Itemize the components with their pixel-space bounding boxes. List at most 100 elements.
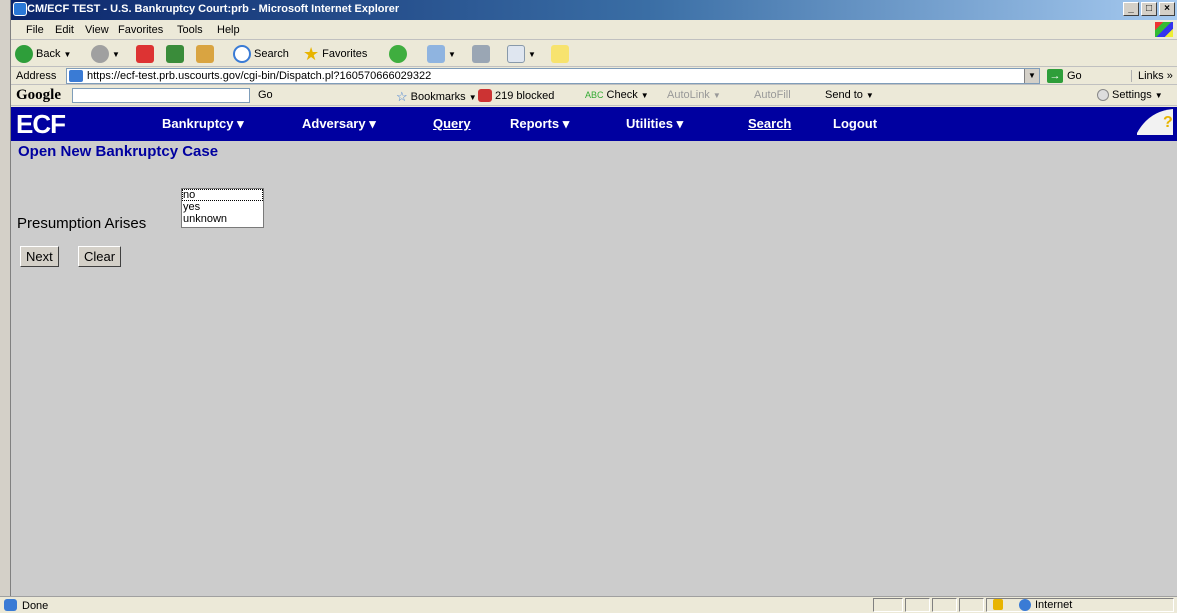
home-icon [196,45,214,63]
ie-icon [13,2,27,16]
nav-query[interactable]: Query [433,116,471,131]
mail-button[interactable]: ▼ [427,44,456,64]
nav-adversary[interactable]: Adversary ▾ [302,116,376,132]
page-done-icon [4,599,17,611]
back-label: Back [36,48,61,60]
option-yes[interactable]: yes [182,201,263,213]
presumption-select[interactable]: no yes unknown [181,188,264,228]
address-label: Address [16,70,57,82]
forward-arrow-icon [91,45,109,63]
star-icon: ★ [303,43,320,64]
help-icon[interactable]: ? [1135,107,1175,137]
window-controls: _ □ × [1123,2,1175,16]
word-button[interactable]: ▼ [507,44,536,64]
nav-logout[interactable]: Logout [833,116,877,131]
left-frame-edge [0,0,11,613]
nav-adversary-label: Adversary [302,116,366,131]
forward-button[interactable]: ▼ [91,44,120,64]
back-button[interactable]: Back ▼ [15,44,71,64]
status-cell [932,598,957,612]
google-go-button[interactable]: Go [258,89,273,101]
close-button[interactable]: × [1159,2,1175,16]
back-arrow-icon [15,45,33,63]
mail-icon [427,45,445,63]
page-content: Open New Bankruptcy Case Presumption Ari… [11,141,1177,596]
stop-button[interactable] [136,44,154,64]
minimize-button[interactable]: _ [1123,2,1139,16]
nav-reports[interactable]: Reports ▾ [510,116,569,132]
nav-utilities[interactable]: Utilities ▾ [626,116,683,132]
windows-flag-icon [1155,22,1173,37]
status-cell [959,598,984,612]
links-button[interactable]: Links » [1131,70,1173,82]
chevron-down-icon: ▼ [63,49,72,59]
settings-button[interactable]: Settings ▼ [1097,89,1163,101]
go-button[interactable]: → Go [1047,68,1082,84]
settings-icon [1097,89,1109,101]
menu-help[interactable]: Help [217,24,240,36]
favorites-label: Favorites [322,48,368,60]
maximize-button[interactable]: □ [1141,2,1157,16]
autofill-label: AutoFill [754,89,791,101]
menu-view[interactable]: View [85,24,109,36]
spellcheck-icon: ABC [585,90,604,100]
note-button[interactable] [551,44,569,64]
nav-bankruptcy-label: Bankruptcy [162,116,234,131]
chevron-down-icon: ▼ [448,49,456,59]
chevron-down-icon: ▼ [1154,90,1163,100]
print-button[interactable] [472,44,490,64]
autolink-button[interactable]: AutoLink ▼ [667,89,721,101]
blocked-count: 219 blocked [495,89,555,102]
star-icon: ☆ [396,89,408,104]
option-unknown[interactable]: unknown [182,213,263,225]
address-field[interactable]: ▼ [66,68,1040,84]
menu-tools[interactable]: Tools [177,24,203,36]
menu-favorites[interactable]: Favorites [118,24,163,36]
media-icon [389,45,407,63]
refresh-button[interactable] [166,44,184,64]
next-button[interactable]: Next [20,246,59,267]
autofill-button[interactable]: AutoFill [754,89,791,101]
nav-search[interactable]: Search [748,116,791,131]
favorites-button[interactable]: ★ Favorites [303,44,367,64]
links-label: Links [1138,70,1164,82]
menu-file[interactable]: File [26,24,44,36]
nav-bankruptcy[interactable]: Bankruptcy ▾ [162,116,244,132]
chevron-down-icon: ▼ [528,49,536,59]
bookmarks-button[interactable]: ☆ Bookmarks ▼ [396,89,477,105]
zone-cell [986,598,1174,612]
popup-blocker-button[interactable]: 219 blocked [478,89,554,102]
refresh-icon [166,45,184,63]
address-input[interactable] [87,69,1017,83]
zone-label: Internet [1035,599,1073,611]
popup-blocked-icon [478,89,492,102]
clear-button[interactable]: Clear [78,246,122,267]
send-to-button[interactable]: Send to ▼ [825,89,874,101]
send-to-label: Send to [825,89,863,101]
ecf-logo: ECF [16,109,66,139]
browser-toolbar: Back ▼ ▼ Search ★ Favorites ▼ ▼ [11,41,1177,67]
google-go-label: Go [258,89,273,101]
search-label: Search [254,48,289,60]
page-title: Open New Bankruptcy Case [18,143,219,160]
presumption-label: Presumption Arises [17,215,147,232]
google-search-input[interactable] [72,88,250,103]
page-icon [69,70,83,82]
status-bar: Done Internet [0,596,1177,613]
window-titlebar: CM/ECF TEST - U.S. Bankruptcy Court:prb … [0,0,1177,20]
go-label: Go [1067,70,1082,82]
google-logo[interactable]: Google [16,87,61,104]
svg-text:?: ? [1163,114,1173,131]
address-bar: Address ▼ → Go Links » [11,67,1177,85]
home-button[interactable] [196,44,214,64]
nav-utilities-label: Utilities [626,116,673,131]
chevron-down-icon[interactable]: ▼ [1024,69,1039,83]
search-button[interactable]: Search [233,44,289,64]
option-no[interactable]: no [182,189,263,201]
note-icon [551,45,569,63]
spell-check-button[interactable]: ABC Check ▼ [585,89,649,101]
media-button[interactable] [389,44,407,64]
menu-edit[interactable]: Edit [55,24,74,36]
bookmarks-label: Bookmarks [410,91,466,103]
search-icon [233,45,251,63]
